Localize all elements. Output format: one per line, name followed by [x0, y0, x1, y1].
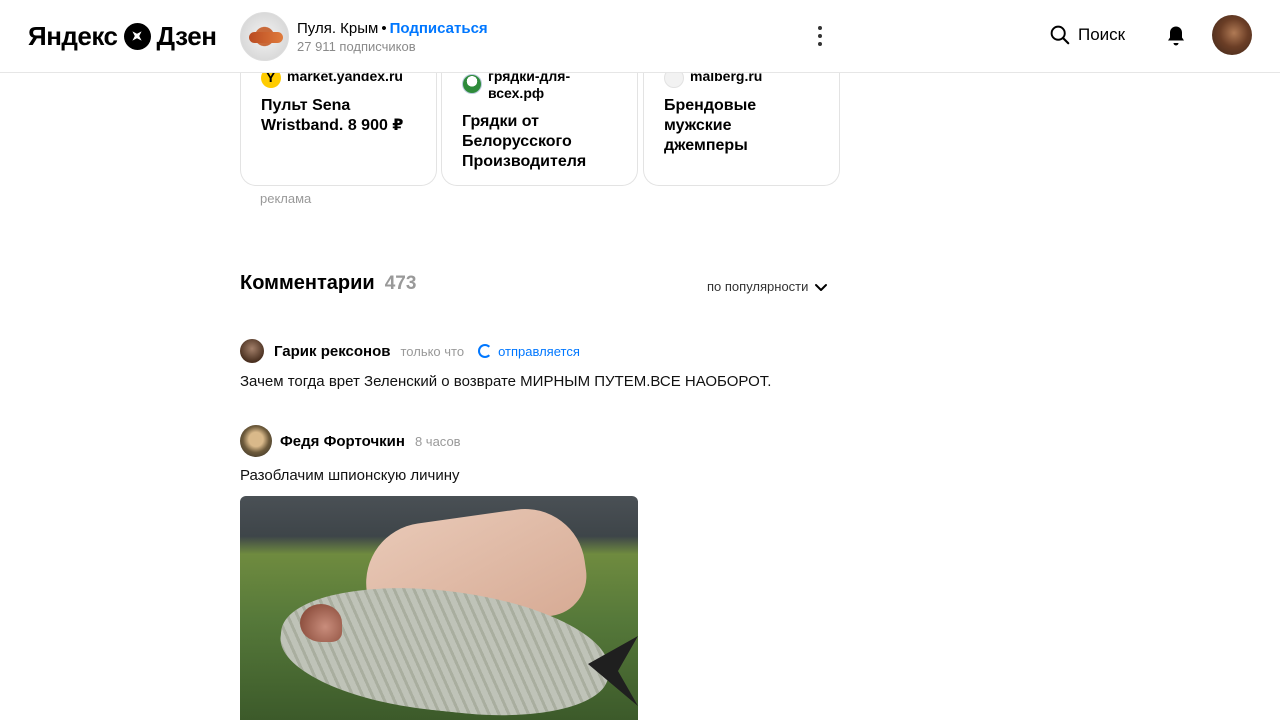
comment-header: Федя Форточкин 8 часов	[240, 425, 461, 457]
comments-count: 473	[384, 273, 417, 294]
search-button[interactable]: Поиск	[1049, 24, 1125, 45]
search-label: Поиск	[1078, 24, 1126, 44]
subscriber-count: 27 911 подписчиков	[297, 38, 416, 54]
comments-header: Комментарии 473	[240, 272, 416, 295]
comment-image[interactable]	[240, 496, 638, 720]
comment-status-text: отправляется	[498, 343, 580, 359]
loading-spinner-icon	[478, 344, 493, 358]
subscribe-button[interactable]: Подписаться	[390, 20, 488, 37]
avatar[interactable]	[240, 425, 272, 457]
channel-name[interactable]: Пуля. Крым	[297, 20, 378, 37]
comment-time: только что	[400, 343, 465, 359]
ad-title: Пульт Sena Wristband. 8 900 ₽	[261, 97, 404, 134]
sort-dropdown[interactable]: по популярности	[707, 279, 828, 294]
comment-status: отправляется	[478, 344, 580, 359]
logo-text-dzen: Дзен	[156, 20, 217, 51]
comment-text: Разоблачим шпионскую личину	[240, 467, 460, 484]
avatar[interactable]	[240, 339, 264, 363]
comment-author[interactable]: Гарик рексонов	[274, 343, 390, 360]
sort-label: по популярности	[707, 279, 809, 294]
channel-avatar[interactable]	[240, 12, 289, 61]
ad-title: Грядки от Белорусского Производителя	[462, 113, 587, 170]
chevron-down-icon	[815, 283, 828, 291]
bell-icon[interactable]	[1166, 25, 1186, 47]
image-ear	[300, 604, 342, 642]
comment-author[interactable]: Федя Форточкин	[280, 433, 405, 450]
separator-dot: •	[381, 19, 387, 37]
search-icon	[1050, 25, 1070, 45]
more-options-icon[interactable]	[808, 22, 832, 50]
gryadki-favicon-icon	[462, 74, 482, 94]
top-header: Яндекс Дзен Пуля. Крым • Подписаться 27 91…	[0, 0, 1280, 73]
ad-title: Брендовые мужские джемперы	[664, 97, 757, 154]
comment-text: Зачем тогда врет Зеленский о возврате МИ…	[240, 373, 772, 390]
channel-info: Пуля. Крым • Подписаться 27 911 подписчико…	[297, 20, 488, 54]
channel-block: Пуля. Крым • Подписаться 27 911 подписчико…	[240, 12, 488, 61]
ad-domain: грядки-для-всех.рф	[462, 68, 618, 102]
comments-title: Комментарии	[240, 272, 375, 294]
comment-header: Гарик рексонов только что отправляется	[240, 339, 580, 363]
dzen-star-icon	[123, 22, 151, 50]
ad-domain-text: грядки-для-всех.рф	[488, 68, 571, 101]
comment-time: 8 часов	[414, 433, 461, 449]
channel-line: Пуля. Крым • Подписаться	[297, 20, 488, 37]
user-avatar[interactable]	[1212, 15, 1252, 55]
logo-text-yandex: Яндекс	[28, 20, 118, 51]
dzen-logo[interactable]: Яндекс Дзен	[28, 20, 217, 51]
ad-label: реклама	[260, 191, 312, 206]
